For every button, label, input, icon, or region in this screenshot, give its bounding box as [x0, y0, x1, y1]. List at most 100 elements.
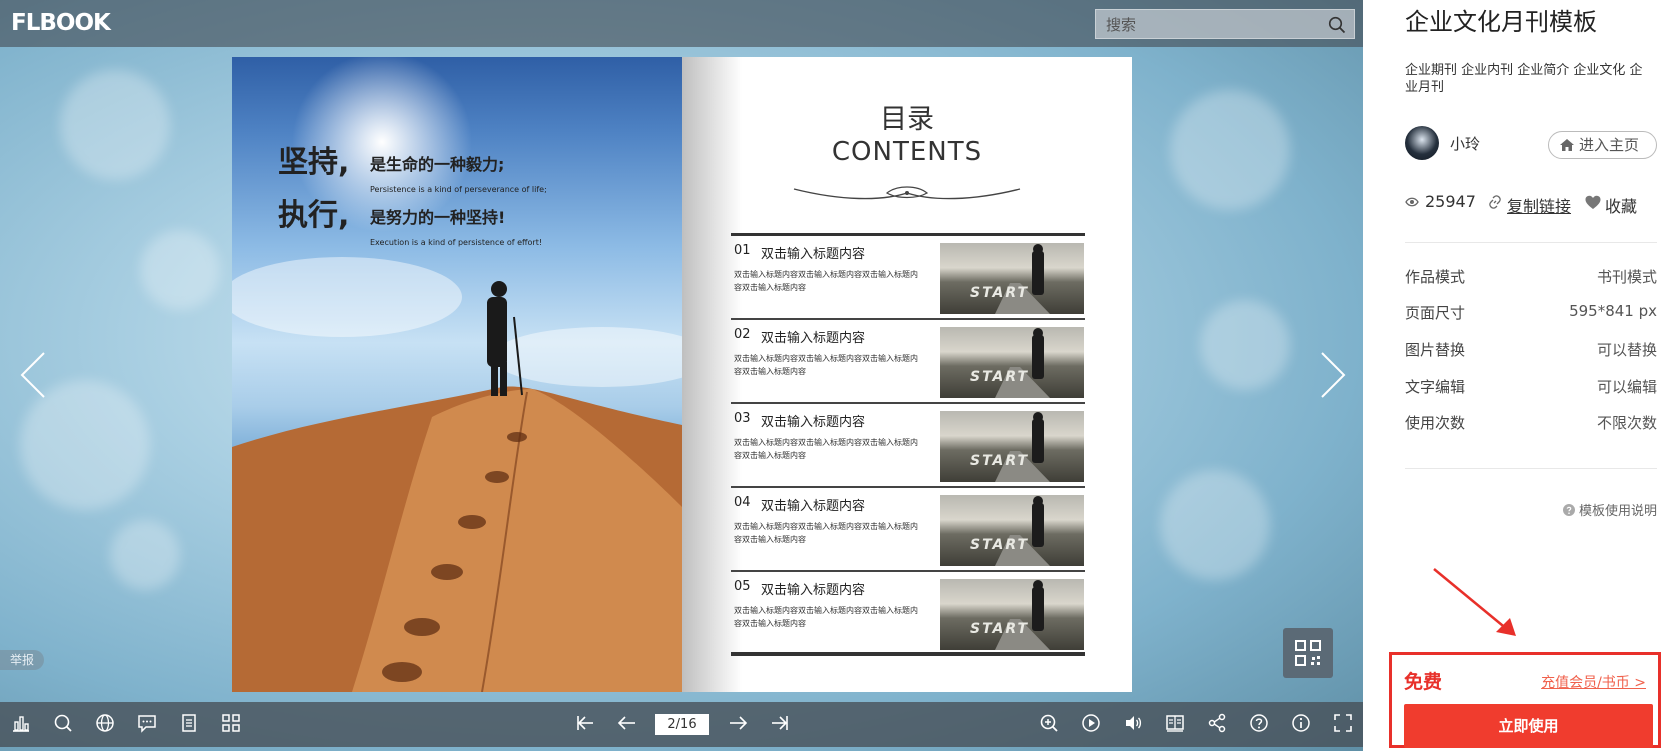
quote-line1-en: Persistence is a kind of perseverance of…	[370, 185, 547, 194]
bokeh-light	[60, 70, 170, 180]
author-avatar[interactable]	[1405, 126, 1439, 160]
toc-title-en: CONTENTS	[831, 137, 983, 167]
list-icon[interactable]	[178, 712, 200, 734]
attr-key: 作品模式	[1405, 268, 1466, 286]
attr-value: 可以替换	[1596, 341, 1657, 359]
chart-icon[interactable]	[10, 712, 32, 734]
bokeh-light	[110, 520, 180, 590]
divider	[1405, 242, 1657, 243]
toc-item[interactable]: 03 双击输入标题内容 双击输入标题内容双击输入标题内容双击输入标题内容双击输入…	[731, 404, 1085, 488]
template-info-sidebar: 企业文化月刊模板 企业期刊 企业内刊 企业简介 企业文化 企业月刊 小玲 进入主…	[1405, 0, 1665, 751]
toc-item-thumbnail: START	[940, 579, 1084, 650]
prev-page-icon[interactable]	[616, 712, 638, 734]
toc-item[interactable]: 02 双击输入标题内容 双击输入标题内容双击输入标题内容双击输入标题内容双击输入…	[731, 320, 1085, 404]
toc-thumb-start-text: START	[970, 453, 1030, 469]
toc-item-desc: 双击输入标题内容双击输入标题内容双击输入标题内容双击输入标题内容	[734, 522, 918, 544]
book-right-page[interactable]: 目录 CONTENTS 01 双击输入标题内容 双击输入标题内容双击输入标题内容…	[682, 57, 1132, 692]
bokeh-light	[1160, 470, 1270, 580]
attr-value: 595*841 px	[1569, 302, 1657, 320]
attr-key: 文字编辑	[1405, 378, 1466, 396]
quote-line2-en: Execution is a kind of persistence of ef…	[370, 238, 543, 247]
attr-value: 书刊模式	[1596, 268, 1657, 286]
attr-row: 图片替换 可以替换	[1405, 339, 1657, 361]
use-now-button[interactable]: 立即使用	[1404, 704, 1653, 748]
fullscreen-icon[interactable]	[1332, 712, 1354, 734]
toc-item-thumbnail: START	[940, 411, 1084, 482]
prev-page-arrow-icon[interactable]	[18, 350, 48, 400]
zoom-in-icon[interactable]	[1038, 712, 1060, 734]
toc-item[interactable]: 04 双击输入标题内容 双击输入标题内容双击输入标题内容双击输入标题内容双击输入…	[731, 488, 1085, 572]
attr-key: 页面尺寸	[1405, 304, 1466, 322]
toc-item-desc: 双击输入标题内容双击输入标题内容双击输入标题内容双击输入标题内容	[734, 606, 918, 628]
view-count: 25947	[1425, 192, 1476, 211]
author-name[interactable]: 小玲	[1450, 133, 1480, 154]
divider	[1405, 468, 1657, 469]
heart-icon[interactable]	[1585, 195, 1601, 210]
attr-row: 文字编辑 可以编辑	[1405, 376, 1657, 398]
toc-item-thumbnail: START	[940, 495, 1084, 566]
free-price-label: 免费	[1404, 671, 1443, 693]
search-icon[interactable]	[1328, 16, 1346, 34]
toc-thumb-start-text: START	[970, 621, 1030, 637]
toc-item-desc: 双击输入标题内容双击输入标题内容双击输入标题内容双击输入标题内容	[734, 270, 918, 292]
link-icon[interactable]	[1488, 195, 1502, 209]
zoom-search-icon[interactable]	[52, 712, 74, 734]
share-icon[interactable]	[1206, 712, 1228, 734]
eye-icon	[1405, 197, 1419, 207]
toc-item-number: 02	[734, 327, 751, 342]
toc-item-heading: 双击输入标题内容	[761, 331, 866, 346]
template-help-link[interactable]: 模板使用说明	[1562, 500, 1657, 519]
toc-item-number: 04	[734, 495, 751, 510]
search-box	[1095, 9, 1355, 39]
viewer-top-bar: FLBOOK	[0, 0, 1363, 47]
quote-line1-big: 坚持,	[278, 145, 350, 180]
bokeh-light	[1170, 90, 1290, 210]
toc-item-thumbnail: START	[940, 327, 1084, 398]
favorite-button[interactable]: 收藏	[1605, 193, 1637, 217]
comment-icon[interactable]	[136, 712, 158, 734]
qr-code-button[interactable]	[1283, 628, 1333, 678]
toc-item-heading: 双击输入标题内容	[761, 583, 866, 598]
recharge-membership-link[interactable]: 充值会员/书币 >	[1541, 672, 1646, 692]
search-input[interactable]	[1106, 14, 1316, 36]
play-icon[interactable]	[1080, 712, 1102, 734]
globe-icon[interactable]	[94, 712, 116, 734]
toc-thumb-start-text: START	[970, 369, 1030, 385]
report-button[interactable]: 举报	[0, 650, 44, 670]
attr-value: 不限次数	[1596, 414, 1657, 432]
template-help-label: 模板使用说明	[1578, 504, 1657, 519]
attr-row: 使用次数 不限次数	[1405, 412, 1657, 434]
toc-item[interactable]: 01 双击输入标题内容 双击输入标题内容双击输入标题内容双击输入标题内容双击输入…	[731, 236, 1085, 320]
visit-homepage-button[interactable]: 进入主页	[1548, 131, 1657, 159]
flbook-logo[interactable]: FLBOOK	[11, 10, 111, 36]
flipbook-viewer: FLBOOK 搜索 坚持, 是生命的一种毅力; Persistence is a…	[0, 0, 1363, 751]
next-page-arrow-icon[interactable]	[1318, 350, 1348, 400]
quote-line2-mid: 是努力的一种坚持!	[370, 208, 506, 227]
page-indicator-input[interactable]: 2/16	[655, 714, 709, 735]
toc-thumb-start-text: START	[970, 537, 1030, 553]
help-icon[interactable]	[1248, 712, 1270, 734]
visit-homepage-label: 进入主页	[1579, 136, 1640, 154]
quote-line2-big: 执行,	[278, 198, 350, 233]
book-left-page[interactable]: 坚持, 是生命的一种毅力; Persistence is a kind of p…	[232, 57, 682, 692]
toc-thumb-start-text: START	[970, 285, 1030, 301]
toc-item-heading: 双击输入标题内容	[761, 247, 866, 262]
copy-link-button[interactable]: 复制链接	[1507, 193, 1571, 217]
bokeh-light	[1200, 300, 1290, 390]
template-tags: 企业期刊 企业内刊 企业简介 企业文化 企业月刊	[1405, 63, 1643, 95]
toc-item-heading: 双击输入标题内容	[761, 415, 866, 430]
grid-icon[interactable]	[220, 712, 242, 734]
last-page-icon[interactable]	[769, 712, 791, 734]
bokeh-light	[140, 230, 220, 310]
toc-title-cn: 目录	[880, 104, 934, 135]
next-page-icon[interactable]	[727, 712, 749, 734]
book-mode-icon[interactable]	[1164, 712, 1186, 734]
toc-item[interactable]: 05 双击输入标题内容 双击输入标题内容双击输入标题内容双击输入标题内容双击输入…	[731, 572, 1085, 656]
sound-icon[interactable]	[1122, 712, 1144, 734]
first-page-icon[interactable]	[574, 712, 596, 734]
info-icon[interactable]	[1290, 712, 1312, 734]
template-stats: 25947 复制链接 收藏	[1405, 192, 1665, 217]
quote-line1-mid: 是生命的一种毅力;	[370, 155, 505, 174]
book-spread[interactable]: 坚持, 是生命的一种毅力; Persistence is a kind of p…	[232, 57, 1132, 692]
attr-key: 使用次数	[1405, 414, 1466, 432]
